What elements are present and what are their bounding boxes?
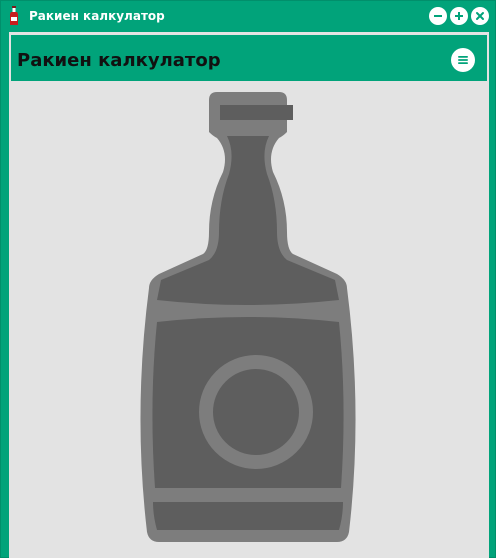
bottle-app-icon (7, 6, 21, 26)
window-title: Ракиен калкулатор (29, 9, 165, 23)
minimize-icon (434, 15, 442, 17)
close-icon (476, 12, 484, 20)
app-header: Ракиен калкулатор (11, 35, 487, 81)
menu-icon (458, 56, 468, 64)
bottle-image (137, 92, 359, 544)
maximize-button[interactable] (450, 7, 468, 25)
title-bar[interactable]: Ракиен калкулатор (1, 1, 495, 32)
maximize-icon (455, 12, 463, 20)
close-button[interactable] (471, 7, 489, 25)
client-area: Ракиен калкулатор (9, 32, 489, 558)
menu-button[interactable] (451, 48, 475, 72)
page-title: Ракиен калкулатор (17, 50, 221, 71)
minimize-button[interactable] (429, 7, 447, 25)
app-window: Ракиен калкулатор Ракиен калкулатор (0, 0, 496, 558)
bottle-icon (140, 92, 356, 542)
